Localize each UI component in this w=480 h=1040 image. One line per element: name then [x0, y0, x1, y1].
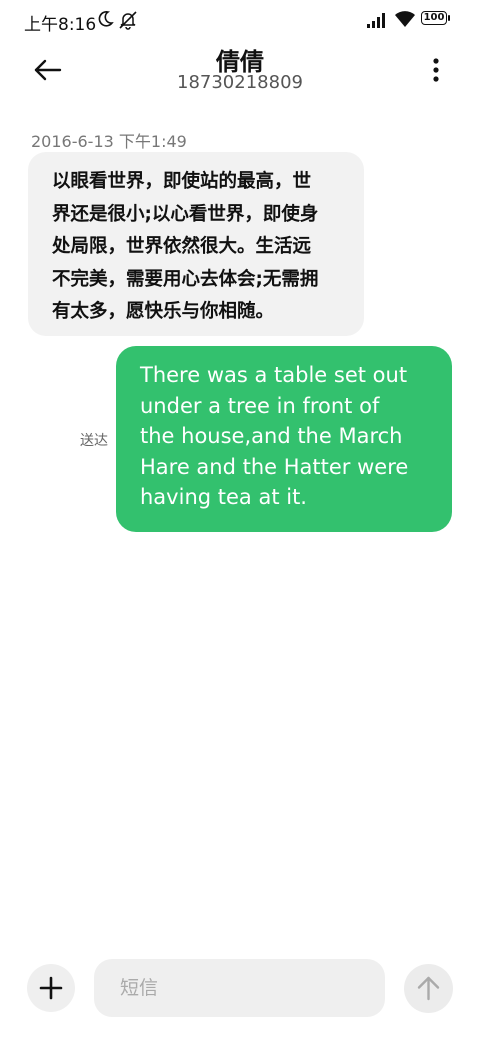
- wifi-icon: [395, 11, 415, 27]
- message-line: 界还是很小;以心看世界，即使身: [52, 203, 319, 225]
- conversation-header: 倩倩 18730218809: [0, 40, 480, 104]
- delivery-status: 送达: [80, 433, 108, 449]
- message-line: There was a table set out: [140, 363, 408, 387]
- battery-tip: [448, 15, 450, 21]
- add-attachment-button[interactable]: [27, 964, 75, 1012]
- message-input[interactable]: [94, 959, 385, 1017]
- status-bar: 上午8:16 100: [0, 0, 480, 40]
- moon-icon: [98, 11, 114, 27]
- signal-icon: [367, 13, 385, 28]
- incoming-message-bubble[interactable]: 以眼看世界，即使站的最高，世 界还是很小;以心看世界，即使身 处局限，世界依然很…: [28, 152, 364, 336]
- notifications-off-icon: [119, 11, 137, 30]
- message-composer: [0, 956, 480, 1026]
- contact-number: 18730218809: [177, 72, 303, 93]
- message-line: 有太多，愿快乐与你相随。: [52, 301, 275, 322]
- battery-icon: 100: [421, 11, 447, 25]
- message-line: under a tree in front of: [140, 393, 380, 418]
- arrow-up-icon: [417, 976, 440, 1001]
- plus-icon: [39, 976, 63, 1000]
- more-vertical-icon[interactable]: [422, 54, 450, 86]
- message-line: 不完美，需要用心去体会;无需拥: [52, 268, 319, 290]
- message-line: the house,and the March: [140, 424, 403, 448]
- message-line: 处局限，世界依然很大。生活远: [52, 236, 312, 257]
- battery-level: 100: [423, 12, 445, 23]
- message-line: having tea at it.: [140, 485, 307, 509]
- status-time: 上午8:16: [24, 15, 97, 35]
- message-line: 以眼看世界，即使站的最高，世: [52, 171, 312, 192]
- message-line: Hare and the Hatter were: [140, 454, 409, 479]
- outgoing-message-bubble[interactable]: There was a table set out under a tree i…: [116, 346, 452, 532]
- message-timestamp: 2016-6-13 下午1:49: [31, 132, 187, 151]
- send-button[interactable]: [404, 964, 453, 1013]
